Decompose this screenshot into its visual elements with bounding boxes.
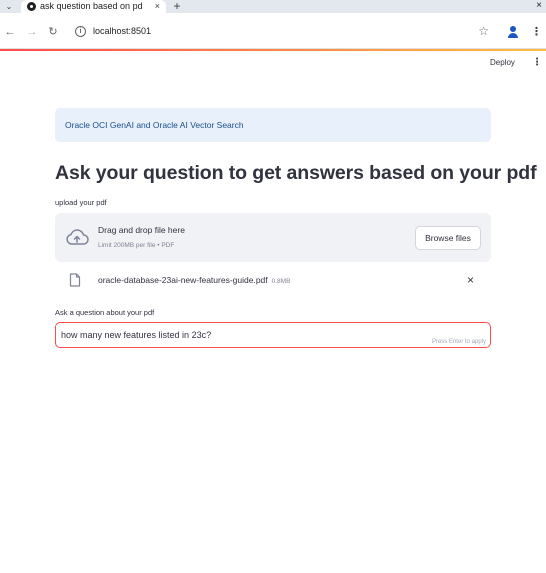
question-input-container: Press Enter to apply (55, 322, 491, 348)
browse-files-button[interactable]: Browse files (415, 226, 481, 250)
question-input[interactable] (61, 329, 421, 342)
browser-tab[interactable]: ask question based on pd × (21, 0, 166, 13)
streamlit-favicon-icon (27, 2, 36, 11)
uploaded-file-row: oracle-database-23ai-new-features-guide.… (55, 269, 491, 293)
page-title: Ask your question to get answers based o… (55, 162, 537, 184)
uploaded-file-name: oracle-database-23ai-new-features-guide.… (98, 274, 290, 288)
dropzone-limit-text: Limit 200MB per file • PDF (98, 242, 175, 249)
info-alert: Oracle OCI GenAI and Oracle AI Vector Se… (55, 108, 491, 142)
browser-toolbar: ← → ↻ i localhost:8501 ☆ ⋮ (0, 13, 546, 49)
profile-avatar-icon[interactable] (506, 25, 520, 39)
tab-strip: ⌄ ask question based on pd × + × (0, 0, 546, 13)
site-info-icon[interactable]: i (75, 26, 86, 37)
uploader-label: upload your pdf (55, 198, 107, 207)
new-tab-button[interactable]: + (171, 0, 183, 13)
file-dropzone[interactable]: Drag and drop file here Limit 200MB per … (55, 213, 491, 262)
header-decoration (0, 49, 546, 51)
forward-button[interactable]: → (25, 25, 39, 39)
file-icon (69, 273, 81, 287)
remove-file-icon[interactable]: × (467, 272, 474, 288)
app-menu-icon[interactable]: ⋮ (532, 56, 542, 69)
file-name-text: oracle-database-23ai-new-features-guide.… (98, 275, 268, 285)
browser-menu-icon[interactable]: ⋮ (531, 25, 542, 39)
cloud-upload-icon (66, 229, 89, 245)
tab-close-icon[interactable]: × (155, 0, 160, 12)
tab-search-button[interactable]: ⌄ (3, 0, 15, 13)
url-text[interactable]: localhost:8501 (93, 25, 151, 38)
back-button[interactable]: ← (3, 25, 17, 39)
bookmark-star-icon[interactable]: ☆ (478, 24, 489, 38)
address-bar[interactable]: i localhost:8501 ☆ (68, 20, 498, 43)
question-label: Ask a question about your pdf (55, 308, 155, 317)
tab-title: ask question based on pd (40, 1, 143, 11)
deploy-button[interactable]: Deploy (490, 57, 515, 69)
reload-button[interactable]: ↻ (46, 25, 60, 39)
info-message: Oracle OCI GenAI and Oracle AI Vector Se… (65, 120, 244, 130)
dropzone-title: Drag and drop file here (98, 225, 185, 235)
window-close-button[interactable]: × (536, 0, 542, 12)
file-size: 0.8MB (271, 278, 291, 285)
press-enter-hint: Press Enter to apply (431, 339, 486, 345)
